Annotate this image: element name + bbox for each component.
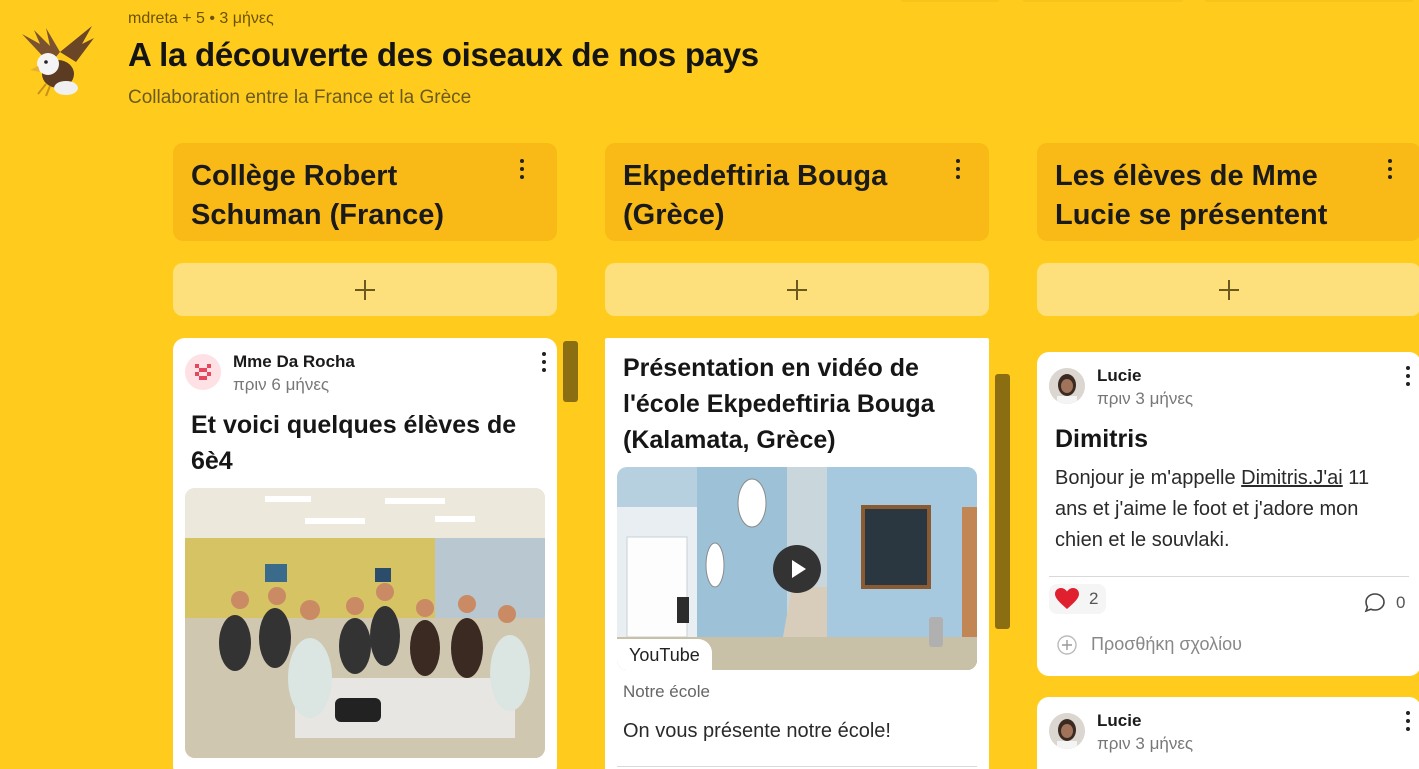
add-comment-field[interactable]: Προσθήκη σχολίου <box>1057 634 1242 655</box>
board-header: mdreta + 5 • 3 μήνες A la découverte des… <box>0 0 1419 130</box>
post-body-link[interactable]: Dimitris.J'ai <box>1241 467 1343 489</box>
post-time: πριν 3 μήνες <box>1097 389 1194 408</box>
plus-icon <box>1219 279 1239 300</box>
post-options-icon[interactable] <box>1405 711 1411 735</box>
board-meta: mdreta + 5 • 3 μήνες <box>128 10 274 27</box>
post-time: πριν 6 μήνες <box>233 375 330 394</box>
post-author: Lucie <box>1097 711 1142 730</box>
play-icon[interactable] <box>773 545 821 593</box>
page-title: A la découverte des oiseaux de nos pays <box>128 36 759 73</box>
avatar <box>1049 713 1085 749</box>
post-options-icon[interactable] <box>541 352 547 376</box>
class-photo-image <box>185 488 545 758</box>
add-post-button[interactable] <box>605 263 989 316</box>
user-photo-icon <box>1049 368 1085 404</box>
like-count: 2 <box>1089 589 1099 608</box>
post-body-text: Bonjour je m'appelle <box>1055 467 1242 489</box>
post-body: On vous présente notre école! <box>623 720 891 742</box>
post-author: Lucie <box>1097 366 1142 385</box>
post-body: Bonjour je m'appelle Dimitris.J'ai 11 an… <box>1055 463 1405 556</box>
post-caption: Notre école <box>623 682 710 701</box>
comment-icon <box>1364 593 1385 613</box>
add-comment-placeholder: Προσθήκη σχολίου <box>1091 634 1242 654</box>
card-divider <box>1049 576 1409 577</box>
column-header: Ekpedeftiria Bouga (Grèce) <box>605 143 989 241</box>
post-card[interactable]: Lucie πριν 3 μήνες <box>1037 697 1419 769</box>
post-title: Et voici quelques élèves de 6è4 <box>191 411 517 475</box>
avatar <box>1049 368 1085 404</box>
plus-icon <box>355 279 375 300</box>
post-card[interactable]: Lucie πριν 3 μήνες Dimitris Bonjour je m… <box>1037 352 1419 676</box>
column-ekpedeftiria: Ekpedeftiria Bouga (Grèce) <box>605 143 989 316</box>
column-scrollbar[interactable] <box>563 341 578 402</box>
column-header: Les élèves de Mme Lucie se présentent <box>1037 143 1419 241</box>
post-time: πριν 3 μήνες <box>1097 734 1194 753</box>
more-options-icon[interactable] <box>955 159 961 183</box>
video-thumbnail[interactable]: YouTube <box>617 467 977 670</box>
video-source-label: YouTube <box>617 639 712 670</box>
column-title: Ekpedeftiria Bouga (Grèce) <box>623 160 888 231</box>
post-title: Présentation en vidéo de l'école Ekpedef… <box>623 354 935 454</box>
page-subtitle: Collaboration entre la France et la Grèc… <box>128 87 472 108</box>
more-options-icon[interactable] <box>1387 159 1393 183</box>
avatar <box>185 354 221 390</box>
more-options-icon[interactable] <box>519 159 525 183</box>
heart-icon <box>1055 588 1079 609</box>
add-post-button[interactable] <box>1037 263 1419 316</box>
eagle-logo-icon <box>22 26 94 97</box>
column-scrollbar[interactable] <box>995 374 1010 629</box>
comment-button[interactable]: 0 <box>1364 592 1405 614</box>
column-header: Collège Robert Schuman (France) <box>173 143 557 241</box>
column-eleves: Les élèves de Mme Lucie se présentent <box>1037 143 1419 316</box>
pixel-avatar-icon <box>195 364 211 380</box>
post-card[interactable]: Mme Da Rocha πριν 6 μήνες Et voici quelq… <box>173 338 557 769</box>
user-photo-icon <box>1049 713 1085 749</box>
comment-count: 0 <box>1396 593 1406 612</box>
column-title: Les élèves de Mme Lucie se présentent <box>1055 160 1328 231</box>
post-title: Dimitris <box>1055 425 1149 453</box>
post-author: Mme Da Rocha <box>233 352 355 371</box>
column-title: Collège Robert Schuman (France) <box>191 160 444 231</box>
card-divider <box>617 766 977 767</box>
plus-icon <box>787 279 807 300</box>
add-post-button[interactable] <box>173 263 557 316</box>
like-button[interactable]: 2 <box>1049 584 1107 614</box>
column-college: Collège Robert Schuman (France) <box>173 143 557 316</box>
post-options-icon[interactable] <box>1405 366 1411 390</box>
add-comment-icon <box>1057 634 1077 655</box>
post-card[interactable]: Présentation en vidéo de l'école Ekpedef… <box>605 338 989 769</box>
